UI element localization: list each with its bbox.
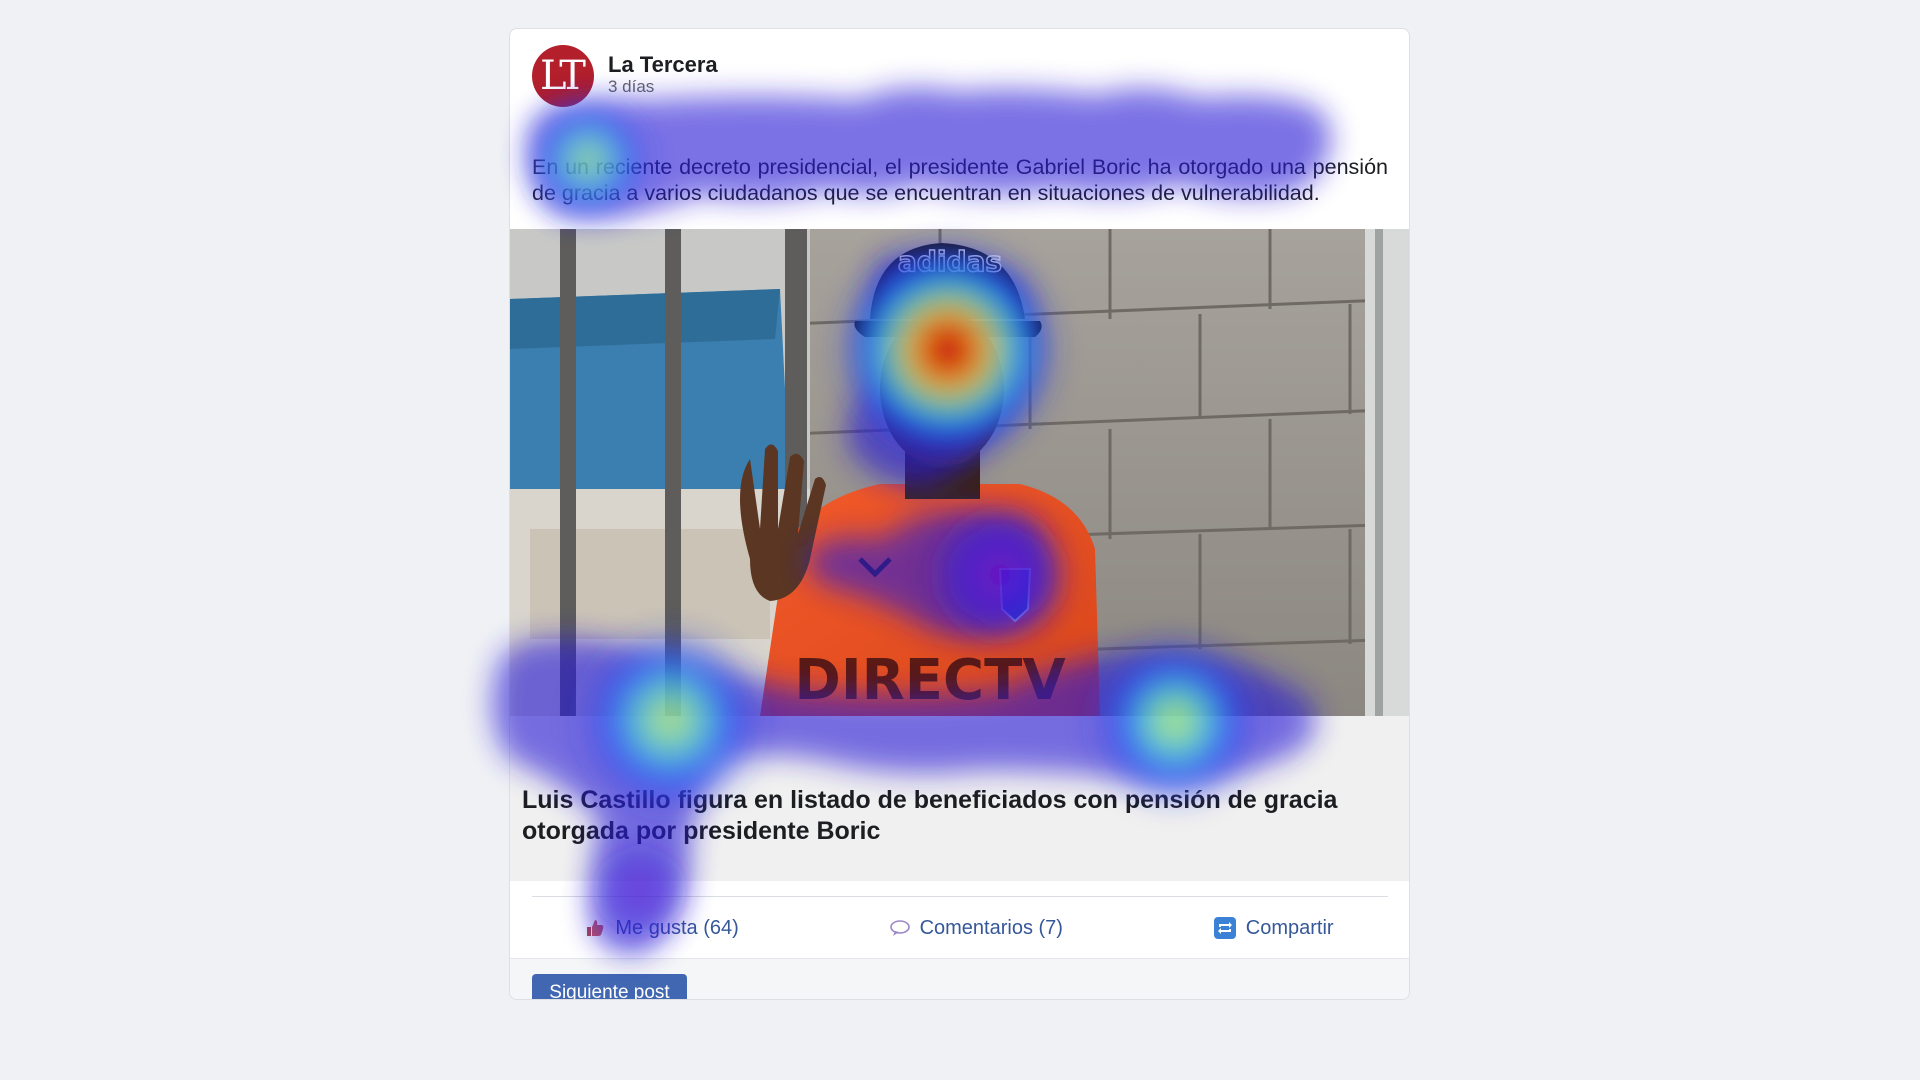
post-footer: Siguiente post [510,958,1409,999]
thumbs-up-icon [585,918,605,938]
cap-logo-text: adidas [898,245,1002,278]
post-timestamp[interactable]: 3 días [608,77,718,97]
share-button[interactable]: Compartir [1213,916,1334,940]
header-text: La Tercera 3 días [608,45,718,97]
link-preview-title[interactable]: Luis Castillo figura en listado de benef… [522,785,1342,847]
avatar-logo-text: LT [540,53,586,99]
source-name[interactable]: La Tercera [608,53,718,77]
post-image-illustration: adidas DIRECTV [510,229,1409,716]
like-label: Me gusta (64) [615,916,739,939]
post-text: En un reciente decreto presidencial, el … [532,155,1388,205]
comment-button[interactable]: Comentarios (7) [889,916,1063,940]
next-post-button[interactable]: Siguiente post [532,974,687,999]
comment-label: Comentarios (7) [919,916,1063,939]
post-header: LT La Tercera 3 días [532,45,718,109]
link-preview[interactable]: Luis Castillo figura en listado de benef… [510,716,1409,881]
speech-bubble-icon [889,919,910,937]
jersey-sponsor-text: DIRECTV [794,648,1066,713]
post-image[interactable]: adidas DIRECTV [510,229,1409,716]
avatar[interactable]: LT [532,45,594,107]
post-actions: Me gusta (64) Comentarios (7) Compartir [510,897,1409,959]
like-button[interactable]: Me gusta (64) [585,916,739,940]
share-label: Compartir [1245,916,1334,939]
share-icon [1213,917,1236,939]
post-card: LT La Tercera 3 días En un reciente decr… [509,28,1410,1000]
